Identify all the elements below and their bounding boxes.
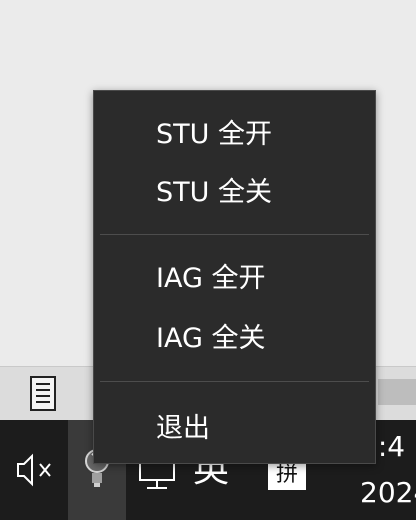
menu-separator [100, 381, 369, 382]
volume-muted-icon[interactable] [12, 450, 60, 490]
menu-item-iag-all-off[interactable]: IAG 全关 [94, 313, 375, 365]
clock-date[interactable]: 2024 [360, 476, 416, 509]
menu-item-iag-all-on[interactable]: IAG 全开 [94, 253, 375, 305]
zoom-slider[interactable] [378, 379, 416, 405]
menu-item-stu-all-off[interactable]: STU 全关 [94, 167, 375, 219]
menu-item-exit[interactable]: 退出 [94, 403, 375, 455]
menu-item-stu-all-on[interactable]: STU 全开 [94, 109, 375, 161]
menu-separator [100, 234, 369, 235]
tray-context-menu: STU 全开 STU 全关 IAG 全开 IAG 全关 退出 [93, 90, 376, 464]
document-icon[interactable] [28, 375, 60, 413]
ime-pinyin-indicator[interactable]: 拼 [268, 460, 306, 490]
